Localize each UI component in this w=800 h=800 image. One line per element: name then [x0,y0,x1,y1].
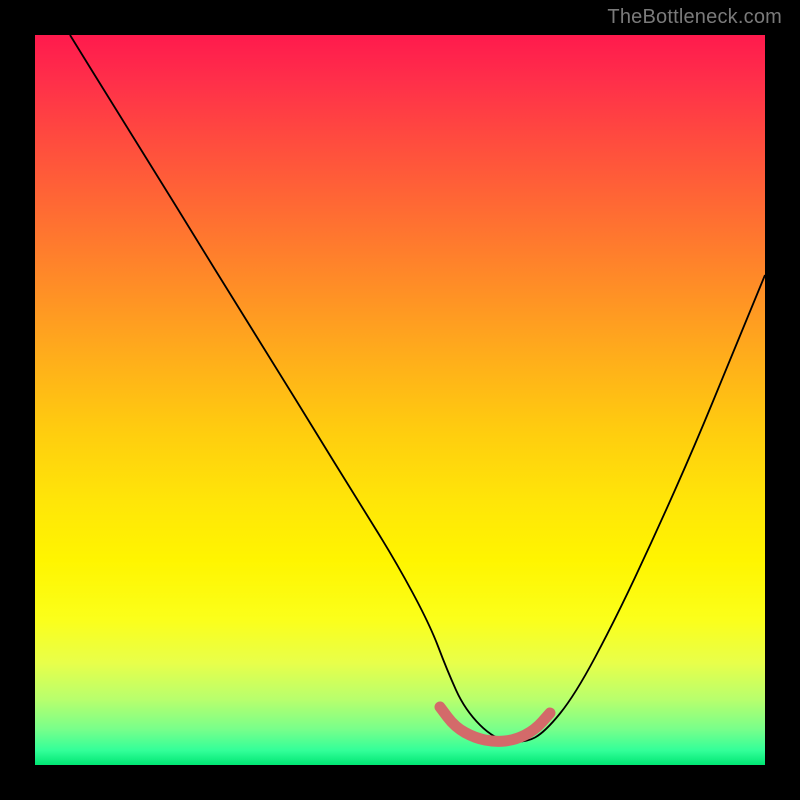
watermark-text: TheBottleneck.com [607,6,782,29]
chart-frame [0,0,800,800]
